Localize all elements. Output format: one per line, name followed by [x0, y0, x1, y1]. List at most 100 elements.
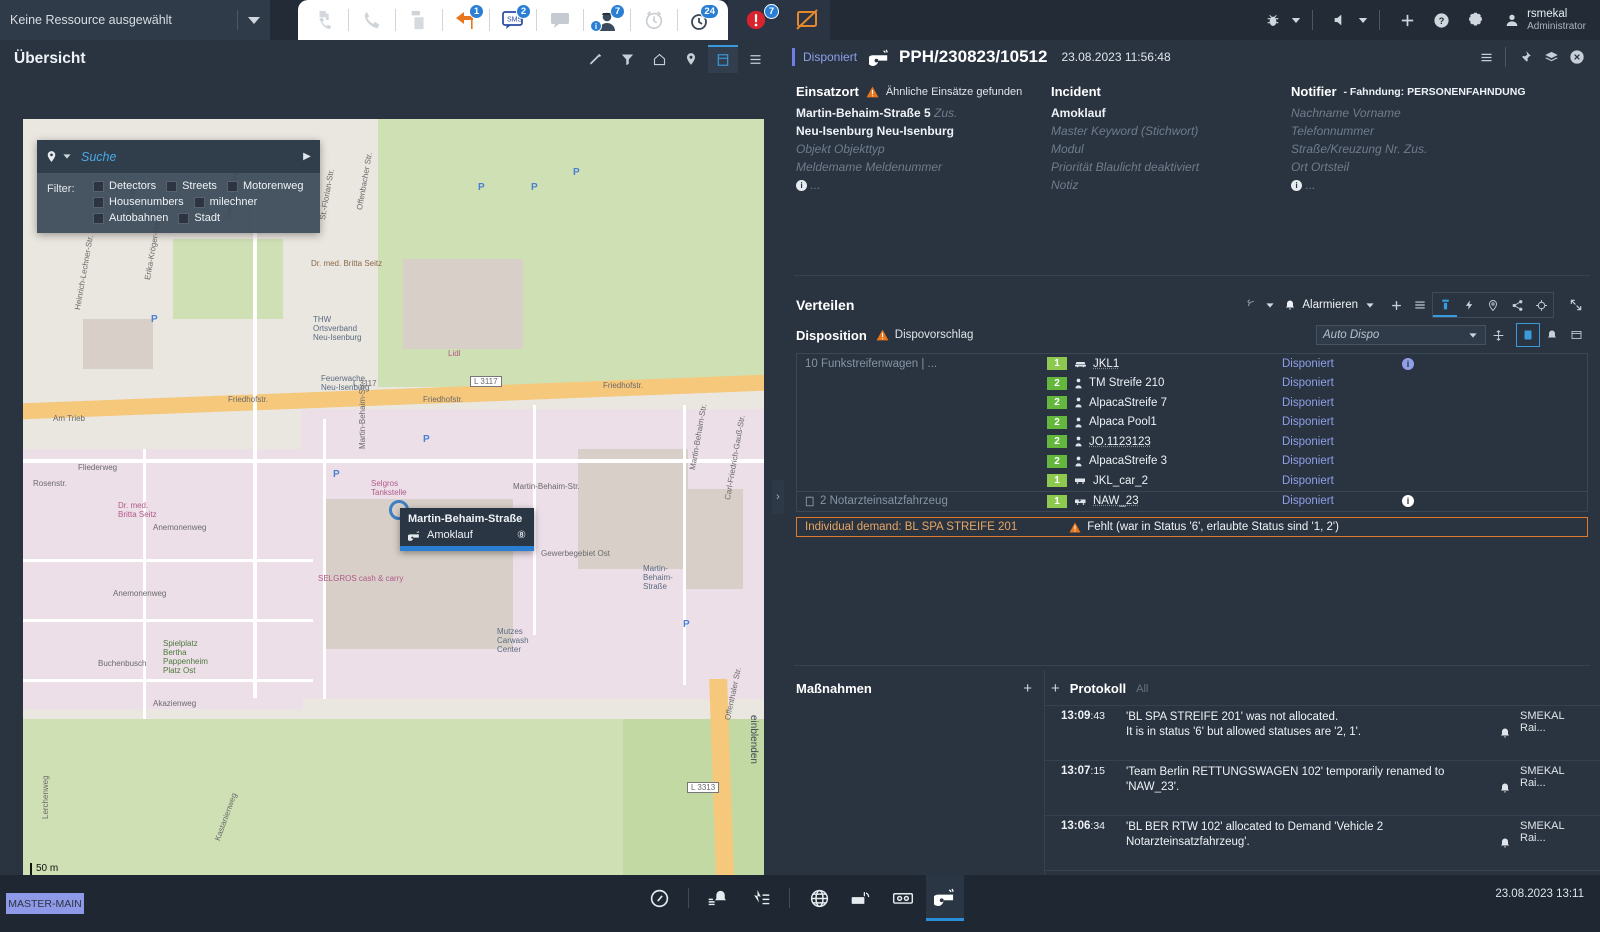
filter-stadt[interactable]: Stadt: [178, 212, 220, 224]
add-protokoll-button[interactable]: +: [1051, 680, 1060, 697]
bug-chevron-icon[interactable]: [1291, 17, 1301, 23]
info-icon[interactable]: i: [1291, 179, 1302, 191]
alert-indicator[interactable]: 7: [728, 0, 784, 40]
info-icon[interactable]: i: [1402, 495, 1414, 508]
sms-icon[interactable]: SMS 2: [490, 0, 536, 40]
resource-name[interactable]: JKL_car_2: [1093, 475, 1148, 487]
checkbox[interactable]: [93, 212, 104, 224]
chevron-down-icon[interactable]: [248, 16, 260, 24]
callback-arrow-icon[interactable]: 1: [443, 0, 489, 40]
resource-name[interactable]: TM Streife 210: [1089, 377, 1164, 389]
filter-motorenweg[interactable]: Motorenweg: [226, 180, 303, 192]
resource-status[interactable]: Disponiert: [1282, 397, 1402, 409]
chevron-down-icon[interactable]: [1266, 302, 1274, 308]
clock-icon[interactable]: [631, 0, 677, 40]
close-icon[interactable]: [1564, 44, 1590, 70]
search-scope-selector[interactable]: [37, 149, 81, 164]
officer-icon[interactable]: 7 i: [584, 0, 630, 40]
incident-list-icon[interactable]: [741, 875, 779, 921]
sleep-clock-icon[interactable]: zZ 24: [678, 0, 724, 40]
list-item[interactable]: 13:09:43 'BL SPA STREIFE 201' was not al…: [1045, 705, 1600, 760]
resource-status[interactable]: Disponiert: [1282, 475, 1402, 487]
phone-add-icon[interactable]: [302, 0, 348, 40]
table-row[interactable]: 2 TM Streife 210 Disponiert: [797, 374, 1587, 394]
resource-status[interactable]: Disponiert: [1282, 416, 1402, 428]
resource-name[interactable]: Alpaca Pool1: [1089, 416, 1157, 428]
refresh-dispo-icon[interactable]: [1240, 293, 1264, 317]
alarm-button[interactable]: Alarmieren: [1276, 297, 1384, 314]
gear-icon[interactable]: [1458, 0, 1492, 40]
resource-status[interactable]: Disponiert: [1282, 455, 1402, 467]
resource-name[interactable]: JKL1: [1093, 358, 1119, 370]
home-icon[interactable]: [644, 45, 674, 73]
share-icon[interactable]: [1505, 293, 1529, 317]
resource-view-icon[interactable]: [1433, 293, 1457, 317]
table-row[interactable]: 2 JO.1123123 Disponiert: [797, 432, 1587, 452]
resource-name[interactable]: AlpacaStreife 3: [1089, 455, 1167, 467]
user-menu[interactable]: rsmekal Administrator: [1504, 8, 1586, 33]
filter-streets[interactable]: Streets: [166, 180, 217, 192]
radio-icon[interactable]: [842, 875, 880, 921]
resource-name[interactable]: AlpacaStreife 7: [1089, 397, 1167, 409]
filter-icon[interactable]: [612, 45, 642, 73]
checkbox[interactable]: [93, 180, 104, 192]
filter-housenumbers[interactable]: Housenumbers: [93, 196, 184, 208]
table-row[interactable]: 10 Funkstreifenwagen | ... 1 JKL1 Dispon…: [797, 354, 1587, 374]
master-main-badge[interactable]: MASTER-MAIN: [6, 893, 84, 914]
menu-icon[interactable]: [1473, 44, 1499, 70]
bug-icon[interactable]: [1256, 0, 1290, 40]
whistle-icon[interactable]: [926, 875, 964, 921]
gauge-icon[interactable]: [640, 875, 678, 921]
expand-icon[interactable]: [1564, 293, 1588, 317]
plus-icon[interactable]: [1390, 0, 1424, 40]
resource-status[interactable]: Disponiert: [1282, 377, 1402, 389]
checkbox[interactable]: [166, 180, 178, 192]
contact-add-icon[interactable]: [396, 0, 442, 40]
add-resource-icon[interactable]: [1384, 293, 1408, 317]
add-massnahme-button[interactable]: +: [1023, 680, 1032, 697]
filter-autobahnen[interactable]: Autobahnen: [93, 212, 168, 224]
pin-icon[interactable]: [1512, 44, 1538, 70]
resource-name[interactable]: JO.1123123: [1089, 436, 1151, 448]
resource-status[interactable]: Disponiert: [1282, 436, 1402, 448]
phone-icon[interactable]: [349, 0, 395, 40]
alarm-list-icon[interactable]: [699, 875, 737, 921]
dispo-report-icon[interactable]: [1564, 323, 1588, 347]
table-row[interactable]: 2 Notarzteinsatzfahrzeug 1 NAW_23 Dispon…: [797, 492, 1587, 512]
dispo-alarm-icon[interactable]: [1540, 323, 1564, 347]
resource-name[interactable]: NAW_23: [1093, 495, 1139, 507]
auto-dispo-select[interactable]: Auto Dispo: [1316, 325, 1486, 345]
bell-icon[interactable]: [1490, 765, 1520, 811]
chevron-down-icon[interactable]: [1366, 302, 1374, 308]
location-pin-icon[interactable]: [1481, 293, 1505, 317]
filter-milechner[interactable]: milechner: [193, 196, 257, 208]
checkbox[interactable]: [93, 196, 104, 208]
map-show-panel-label[interactable]: einblenden: [748, 715, 759, 764]
tape-icon[interactable]: [884, 875, 922, 921]
list-item[interactable]: 13:07:15 'Team Berlin RETTUNGSWAGEN 102'…: [1045, 760, 1600, 815]
info-icon[interactable]: i: [796, 179, 807, 191]
map-canvas[interactable]: Thomas-Reiter-Str. L 3117 Friedhofstr. F…: [23, 119, 764, 901]
table-row[interactable]: 2 Alpaca Pool1 Disponiert: [797, 413, 1587, 433]
protokoll-filter-all[interactable]: All: [1136, 683, 1148, 695]
layers-icon[interactable]: [1538, 44, 1564, 70]
notifier-more[interactable]: ...: [1305, 178, 1315, 192]
lightning-icon[interactable]: [1457, 293, 1481, 317]
list-item[interactable]: 13:06:34 'BL BER RTW 102' allocated to D…: [1045, 815, 1600, 870]
map-layout-icon[interactable]: [708, 45, 738, 73]
checkbox[interactable]: [226, 180, 238, 192]
table-row[interactable]: 1 JKL_car_2 Disponiert: [797, 471, 1587, 491]
table-row[interactable]: 2 AlpacaStreife 7 Disponiert: [797, 393, 1587, 413]
globe-icon[interactable]: [800, 875, 838, 921]
move-icon[interactable]: [1486, 323, 1510, 347]
table-row[interactable]: 2 AlpacaStreife 3 Disponiert: [797, 452, 1587, 472]
incident-map-popup[interactable]: Martin-Behaim-Straße Amoklauf ⑧: [400, 508, 534, 551]
info-icon[interactable]: i: [1402, 357, 1414, 370]
help-icon[interactable]: ?: [1424, 0, 1458, 40]
list-layout-icon[interactable]: [740, 45, 770, 73]
volume-icon[interactable]: [1323, 0, 1357, 40]
resource-selector[interactable]: Keine Ressource ausgewählt: [0, 0, 270, 40]
volume-chevron-icon[interactable]: [1358, 17, 1368, 23]
target-icon[interactable]: [1529, 293, 1553, 317]
filter-detectors[interactable]: Detectors: [93, 180, 156, 192]
